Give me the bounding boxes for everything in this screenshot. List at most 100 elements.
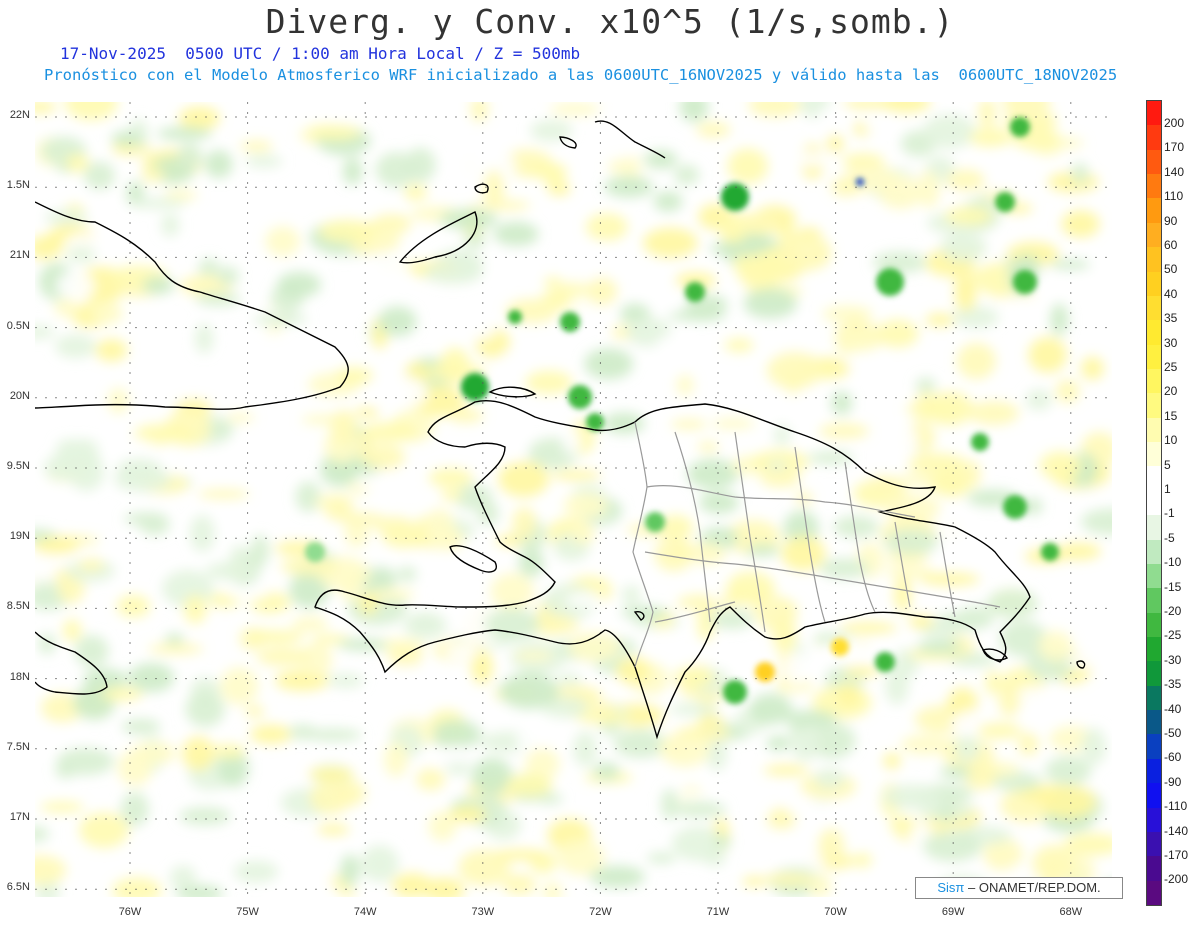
field-spot bbox=[461, 373, 489, 401]
field-blob bbox=[900, 734, 953, 755]
colorbar-segment bbox=[1147, 856, 1161, 882]
colorbar-label: 60 bbox=[1164, 238, 1178, 252]
field-blob bbox=[603, 799, 626, 816]
field-blob bbox=[502, 873, 537, 896]
field-blob bbox=[748, 102, 802, 118]
field-blob bbox=[295, 481, 321, 513]
field-blob bbox=[703, 848, 726, 867]
field-blob bbox=[249, 724, 293, 745]
field-blob bbox=[822, 305, 873, 323]
colorbar-segment bbox=[1147, 174, 1161, 199]
colorbar-segment bbox=[1147, 344, 1161, 370]
colorbar-label: -140 bbox=[1164, 823, 1189, 838]
field-blob bbox=[915, 377, 936, 394]
field-blob bbox=[308, 766, 355, 782]
field-blob bbox=[525, 370, 573, 395]
colorbar-label: -35 bbox=[1164, 677, 1182, 692]
colorbar-label: -5 bbox=[1164, 530, 1175, 545]
field-blob bbox=[437, 102, 471, 123]
lon-label: 73W bbox=[471, 906, 495, 918]
colorbar bbox=[1146, 100, 1162, 906]
field-blob bbox=[879, 870, 900, 892]
field-blob bbox=[562, 429, 581, 455]
field-blob bbox=[643, 227, 698, 258]
colorbar-label: -90 bbox=[1164, 774, 1182, 789]
field-blob bbox=[784, 710, 837, 727]
field-blob bbox=[342, 157, 363, 186]
field-blob bbox=[1061, 210, 1100, 238]
field-blob bbox=[233, 860, 279, 883]
lat-label: 0.5N bbox=[6, 319, 30, 332]
lat-label: 20N bbox=[9, 389, 30, 402]
colorbar-segment bbox=[1147, 710, 1161, 735]
colorbar-segment bbox=[1147, 783, 1161, 809]
sis-logo-text: Sisπ bbox=[937, 880, 965, 895]
field-blob bbox=[978, 102, 997, 129]
field-blob bbox=[161, 213, 180, 237]
field-blob bbox=[1055, 379, 1080, 403]
field-blob bbox=[397, 566, 417, 582]
map-svg bbox=[35, 102, 1112, 897]
colorbar-label: -1 bbox=[1164, 506, 1175, 521]
field-blob bbox=[1066, 653, 1112, 669]
field-blob bbox=[621, 584, 641, 605]
field-blob bbox=[653, 191, 683, 212]
field-blob bbox=[917, 170, 941, 209]
colorbar-segment bbox=[1147, 125, 1161, 151]
lon-label: 74W bbox=[353, 906, 377, 918]
field-blob bbox=[217, 266, 240, 286]
field-blob bbox=[56, 747, 114, 776]
field-blob bbox=[830, 391, 853, 415]
field-blob bbox=[428, 468, 474, 488]
field-blob bbox=[309, 125, 362, 140]
field-blob bbox=[697, 441, 720, 452]
field-blob bbox=[121, 718, 161, 735]
field-blob bbox=[35, 855, 67, 885]
field-blob bbox=[868, 475, 902, 492]
field-blob bbox=[1071, 162, 1089, 185]
field-spot bbox=[876, 268, 904, 296]
field-blob bbox=[772, 619, 797, 654]
field-blob bbox=[954, 277, 977, 312]
field-blob bbox=[35, 730, 78, 749]
field-blob bbox=[675, 725, 731, 741]
field-blob bbox=[231, 544, 248, 565]
field-blob bbox=[178, 106, 221, 130]
field-blob bbox=[1033, 409, 1054, 422]
field-blob bbox=[513, 650, 554, 662]
field-blob bbox=[156, 126, 213, 141]
field-blob bbox=[361, 189, 396, 213]
colorbar-segment bbox=[1147, 247, 1161, 273]
field-blob bbox=[55, 334, 96, 359]
field-blob bbox=[743, 288, 798, 319]
field-blob bbox=[885, 667, 909, 705]
field-blob bbox=[518, 549, 544, 577]
field-blob bbox=[780, 233, 832, 272]
field-blob bbox=[204, 150, 233, 179]
field-blob bbox=[133, 423, 194, 443]
colorbar-segment bbox=[1147, 417, 1161, 443]
colorbar-segment bbox=[1147, 295, 1161, 321]
field-blob bbox=[646, 280, 680, 308]
field-blob bbox=[64, 102, 118, 121]
lon-label: 71W bbox=[706, 906, 730, 918]
field-blob bbox=[448, 408, 484, 423]
field-blob bbox=[439, 208, 498, 230]
field-blob bbox=[557, 839, 605, 876]
lat-label: 21N bbox=[9, 249, 30, 262]
field-blob bbox=[790, 723, 821, 761]
lon-label: 70W bbox=[824, 906, 847, 918]
field-blob bbox=[107, 387, 129, 414]
field-spot bbox=[568, 385, 592, 409]
field-blob bbox=[741, 876, 767, 887]
field-blob bbox=[818, 423, 870, 439]
model-info-subtitle: Pronóstico con el Modelo Atmosferico WRF… bbox=[44, 66, 1118, 84]
field-blob bbox=[277, 271, 322, 298]
field-blob bbox=[340, 854, 360, 887]
field-blob bbox=[676, 374, 694, 397]
field-blob bbox=[987, 589, 1039, 619]
field-blob bbox=[1045, 756, 1092, 786]
field-blob bbox=[54, 298, 80, 318]
field-blob bbox=[35, 102, 57, 114]
field-blob bbox=[766, 351, 823, 390]
